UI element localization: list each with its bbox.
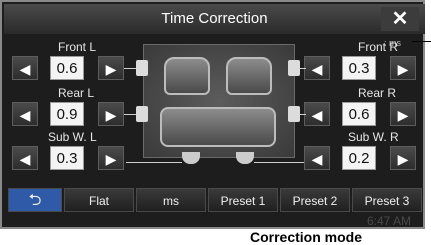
- title-bar: Time Correction ✕: [4, 4, 425, 34]
- rear-right-label: Rear R: [358, 86, 397, 100]
- callout-line: [412, 41, 431, 42]
- rear-left-decrease-button[interactable]: ◀: [12, 102, 38, 126]
- front-left-label: Front L: [58, 40, 97, 54]
- time-correction-screen: Time Correction ✕ : ms Front L ◀ 0.6 ▶ R…: [0, 0, 425, 229]
- sub-left-label: Sub W. L: [48, 130, 97, 144]
- sub-left-decrease-button[interactable]: ◀: [12, 146, 38, 170]
- flat-button[interactable]: Flat: [64, 188, 134, 212]
- back-arrow-icon: ⮌: [28, 192, 42, 209]
- rear-right-value: 0.6: [342, 102, 376, 126]
- front-right-seat-icon: [226, 57, 272, 95]
- sub-right-increase-button[interactable]: ▶: [390, 146, 416, 170]
- rear-left-speaker-icon: [136, 106, 148, 122]
- rear-left-increase-button[interactable]: ▶: [98, 102, 124, 126]
- front-left-increase-button[interactable]: ▶: [98, 56, 124, 80]
- sub-left-wire: [126, 162, 182, 163]
- sub-left-value: 0.3: [50, 146, 84, 170]
- sub-right-decrease-button[interactable]: ◀: [304, 146, 330, 170]
- sub-right-speaker-icon: [236, 152, 254, 164]
- ms-button[interactable]: ms: [136, 188, 206, 212]
- front-left-speaker-icon: [136, 60, 148, 76]
- rear-seat-icon: [160, 107, 276, 147]
- rear-left-wire: [124, 114, 136, 115]
- bottom-toolbar: ⮌ Flat ms Preset 1 Preset 2 Preset 3: [8, 188, 422, 212]
- page-title: Time Correction: [161, 10, 268, 27]
- front-right-increase-button[interactable]: ▶: [390, 56, 416, 80]
- front-left-seat-icon: [164, 57, 210, 95]
- front-right-value: 0.3: [342, 56, 376, 80]
- front-right-wire: [300, 68, 306, 69]
- rear-left-value: 0.9: [50, 102, 84, 126]
- clock: 6:47 AM: [366, 214, 411, 228]
- close-icon: ✕: [391, 8, 409, 30]
- sub-left-speaker-icon: [182, 152, 200, 164]
- correction-mode-caption: Correction mode: [250, 229, 363, 245]
- preset3-button[interactable]: Preset 3: [352, 188, 422, 212]
- sub-right-label: Sub W. R: [348, 130, 399, 144]
- rear-left-label: Rear L: [58, 86, 95, 100]
- preset1-button[interactable]: Preset 1: [208, 188, 278, 212]
- front-right-label: Front R: [358, 40, 399, 54]
- rear-right-increase-button[interactable]: ▶: [390, 102, 416, 126]
- back-button[interactable]: ⮌: [8, 188, 62, 212]
- front-left-decrease-button[interactable]: ◀: [12, 56, 38, 80]
- car-seat-diagram: [143, 44, 295, 158]
- front-left-value: 0.6: [50, 56, 84, 80]
- front-right-decrease-button[interactable]: ◀: [304, 56, 330, 80]
- front-right-speaker-icon: [288, 60, 300, 76]
- rear-right-decrease-button[interactable]: ◀: [304, 102, 330, 126]
- sub-right-wire: [254, 162, 304, 163]
- rear-right-wire: [300, 114, 306, 115]
- close-button[interactable]: ✕: [381, 7, 419, 31]
- preset2-button[interactable]: Preset 2: [280, 188, 350, 212]
- front-left-wire: [124, 68, 136, 69]
- rear-right-speaker-icon: [288, 106, 300, 122]
- sub-right-value: 0.2: [342, 146, 376, 170]
- sub-left-increase-button[interactable]: ▶: [98, 146, 124, 170]
